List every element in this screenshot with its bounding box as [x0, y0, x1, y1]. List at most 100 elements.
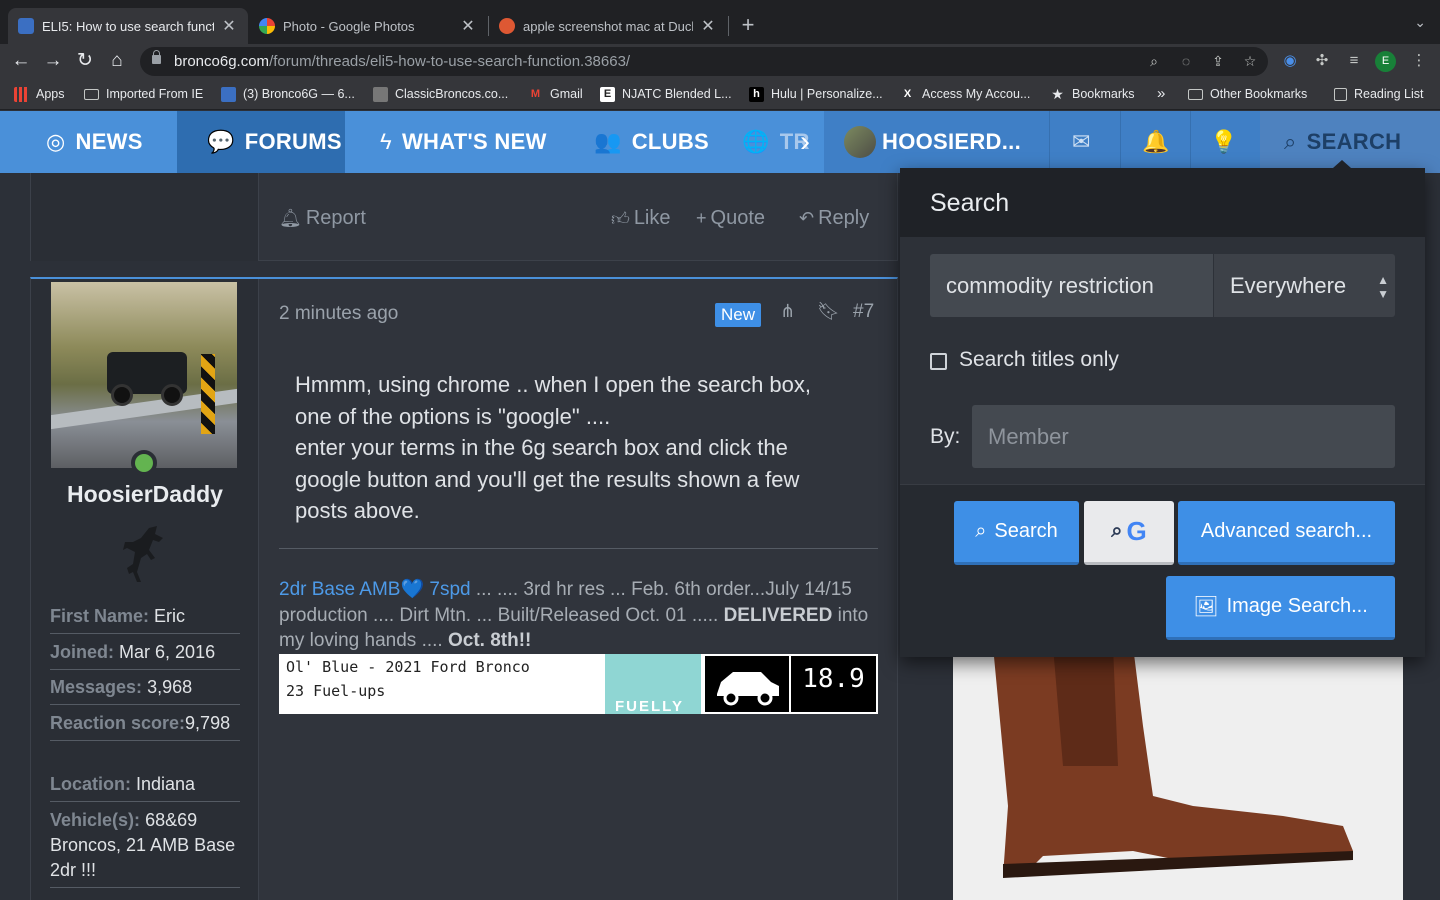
- report-button[interactable]: 🔔︎ Report: [279, 207, 366, 230]
- nav-whats-new[interactable]: ϟ WHAT'S NEW: [380, 111, 547, 173]
- bell-icon[interactable]: 🔔: [1142, 129, 1169, 155]
- lightbulb-icon[interactable]: 💡: [1210, 129, 1237, 155]
- media-queue-icon[interactable]: ≡: [1343, 50, 1365, 72]
- bookmark-item[interactable]: (3) Bronco6G — 6...: [221, 78, 355, 110]
- mpg-value: 18.9: [791, 656, 876, 712]
- bookmarks-bar: Apps Imported From IE (3) Bronco6G — 6..…: [0, 78, 1440, 110]
- bookmark-star-icon[interactable]: ☆: [1238, 47, 1262, 76]
- users-icon: 👥: [594, 129, 622, 154]
- image-icon: 🖼︎: [1193, 596, 1219, 618]
- quote-button[interactable]: + Quote: [696, 207, 765, 230]
- home-icon[interactable]: ⌂: [104, 48, 130, 74]
- user-info-first-name: First Name: Eric: [50, 604, 240, 634]
- forum-favicon-icon: [221, 86, 236, 102]
- post-timestamp[interactable]: 2 minutes ago: [279, 303, 398, 325]
- member-input[interactable]: [972, 405, 1395, 468]
- nav-forums[interactable]: 💬 FORUMS: [177, 111, 345, 173]
- bookmark-item[interactable]: X Access My Accou...: [900, 78, 1031, 110]
- share-icon[interactable]: ⇪: [1206, 47, 1230, 76]
- url-path: /forum/threads/eli5-how-to-use-search-fu…: [269, 53, 631, 70]
- message-line: google button and you'll get the results…: [295, 466, 800, 492]
- bookmark-item[interactable]: M Gmail: [528, 78, 583, 110]
- reply-button[interactable]: ↶ Reply: [799, 207, 869, 230]
- extensions-puzzle-icon[interactable]: ✣: [1311, 50, 1333, 72]
- bookmark-item[interactable]: h Hulu | Personalize...: [749, 78, 883, 110]
- search-query-input[interactable]: [930, 254, 1213, 317]
- by-member-label: By:: [930, 425, 961, 448]
- browser-tab[interactable]: Photo - Google Photos ✕: [249, 8, 487, 44]
- close-tab-icon[interactable]: ✕: [459, 16, 477, 36]
- bookmark-folder[interactable]: Other Bookmarks: [1188, 78, 1307, 110]
- forum-favicon-icon: [18, 18, 34, 34]
- browser-tab[interactable]: apple screenshot mac at Duck ✕: [489, 8, 727, 44]
- nav-divider: [1120, 111, 1121, 173]
- envelope-icon[interactable]: ✉: [1072, 129, 1090, 155]
- star-icon: ★: [1051, 85, 1064, 102]
- bookmark-folder[interactable]: Imported From IE: [84, 78, 203, 110]
- bookmark-item[interactable]: E NJATC Blended L...: [600, 78, 732, 110]
- plus-icon: +: [696, 208, 707, 228]
- nav-news[interactable]: ◎ NEWS: [46, 111, 177, 173]
- forward-arrow-icon[interactable]: →: [40, 48, 66, 74]
- search-scope-select[interactable]: Everywhere ▲ ▼: [1213, 254, 1395, 317]
- back-arrow-icon[interactable]: ←: [8, 48, 34, 74]
- tab-title: apple screenshot mac at Duck: [523, 18, 693, 34]
- reload-icon[interactable]: ↻: [72, 48, 98, 74]
- address-bar[interactable]: bronco6g.com/forum/threads/eli5-how-to-u…: [140, 47, 1268, 76]
- search-dropdown-header: Search: [900, 168, 1425, 237]
- google-photos-icon: [259, 18, 275, 34]
- user-avatar[interactable]: [51, 282, 237, 468]
- reading-list-icon: [1334, 87, 1347, 101]
- news-rss-icon: ◎: [46, 129, 66, 154]
- menu-kebab-icon[interactable]: ⋮: [1408, 50, 1430, 72]
- bookmark-item[interactable]: ClassicBroncos.co...: [373, 78, 508, 110]
- tab-search-chevron-icon[interactable]: ⌄: [1414, 14, 1426, 31]
- car-icon-svg: [717, 672, 779, 706]
- eye-off-icon[interactable]: ◌: [1174, 47, 1198, 76]
- advanced-search-button[interactable]: Advanced search...: [1178, 501, 1395, 565]
- search-titles-only-checkbox[interactable]: [930, 353, 947, 370]
- banner-title: Ol' Blue - 2021 Ford Bronco: [286, 658, 530, 676]
- bookmark-item[interactable]: ★ Bookmarks: [1050, 78, 1134, 110]
- fuelly-signature-banner[interactable]: Ol' Blue - 2021 Ford Bronco 23 Fuel-ups …: [279, 654, 878, 714]
- message-line: one of the options is "google" ....: [295, 403, 611, 429]
- x-brand-icon: X: [903, 87, 912, 100]
- post-number[interactable]: #7: [853, 301, 874, 323]
- bronco-horse-icon: [123, 526, 163, 582]
- reading-list[interactable]: Reading List: [1334, 78, 1424, 110]
- search-submit-button[interactable]: ⌕ Search: [954, 501, 1079, 565]
- profile-avatar[interactable]: E: [1375, 51, 1396, 72]
- bookmarks-overflow-chevron[interactable]: »: [1157, 78, 1165, 110]
- browser-tab-active[interactable]: ELI5: How to use search functi ✕: [8, 8, 248, 44]
- hulu-icon: h: [749, 86, 764, 102]
- globe-icon: 🌐: [742, 129, 770, 154]
- google-search-button[interactable]: ⌕ G: [1084, 501, 1174, 565]
- close-tab-icon[interactable]: ✕: [699, 16, 717, 36]
- user-info-vehicles: Vehicle(s): 68&69 Broncos, 21 AMB Base 2…: [50, 808, 240, 888]
- post-username[interactable]: HoosierDaddy: [31, 481, 259, 508]
- globe-extension-icon[interactable]: ◉: [1279, 50, 1301, 72]
- like-button[interactable]: 👍︎ Like: [611, 207, 671, 230]
- select-arrows-icon: ▲ ▼: [1377, 273, 1389, 301]
- boot-advertisement[interactable]: [953, 656, 1403, 900]
- zoom-icon[interactable]: ⌕: [1142, 47, 1166, 76]
- search-icon: ⌕: [1111, 520, 1123, 542]
- post: HoosierDaddy First Name: Eric Joined: Ma…: [30, 277, 898, 900]
- share-icon[interactable]: ⋔: [780, 301, 795, 322]
- image-search-button[interactable]: 🖼︎ Image Search...: [1166, 576, 1395, 640]
- user-avatar-small: [844, 126, 876, 158]
- tab-separator: [728, 16, 729, 36]
- bookmark-icon[interactable]: 🔖︎: [817, 301, 840, 322]
- nav-scroll-right-chevron-icon[interactable]: ›: [800, 111, 810, 173]
- search-titles-only-label[interactable]: Search titles only: [959, 348, 1119, 372]
- signature-link[interactable]: 2dr Base AMB💙 7spd: [279, 579, 471, 600]
- signature: 2dr Base AMB💙 7spd ... .... 3rd hr res .…: [279, 579, 869, 651]
- new-badge: New: [715, 303, 762, 327]
- bookmark-apps[interactable]: Apps: [14, 78, 65, 110]
- new-tab-plus-icon[interactable]: +: [736, 12, 760, 38]
- nav-clubs[interactable]: 👥 CLUBS: [594, 111, 709, 173]
- signature-divider: [279, 548, 878, 549]
- nav-user-account[interactable]: HOOSIERD...: [844, 111, 1021, 173]
- close-tab-icon[interactable]: ✕: [220, 16, 238, 36]
- url-domain: bronco6g.com: [174, 53, 270, 70]
